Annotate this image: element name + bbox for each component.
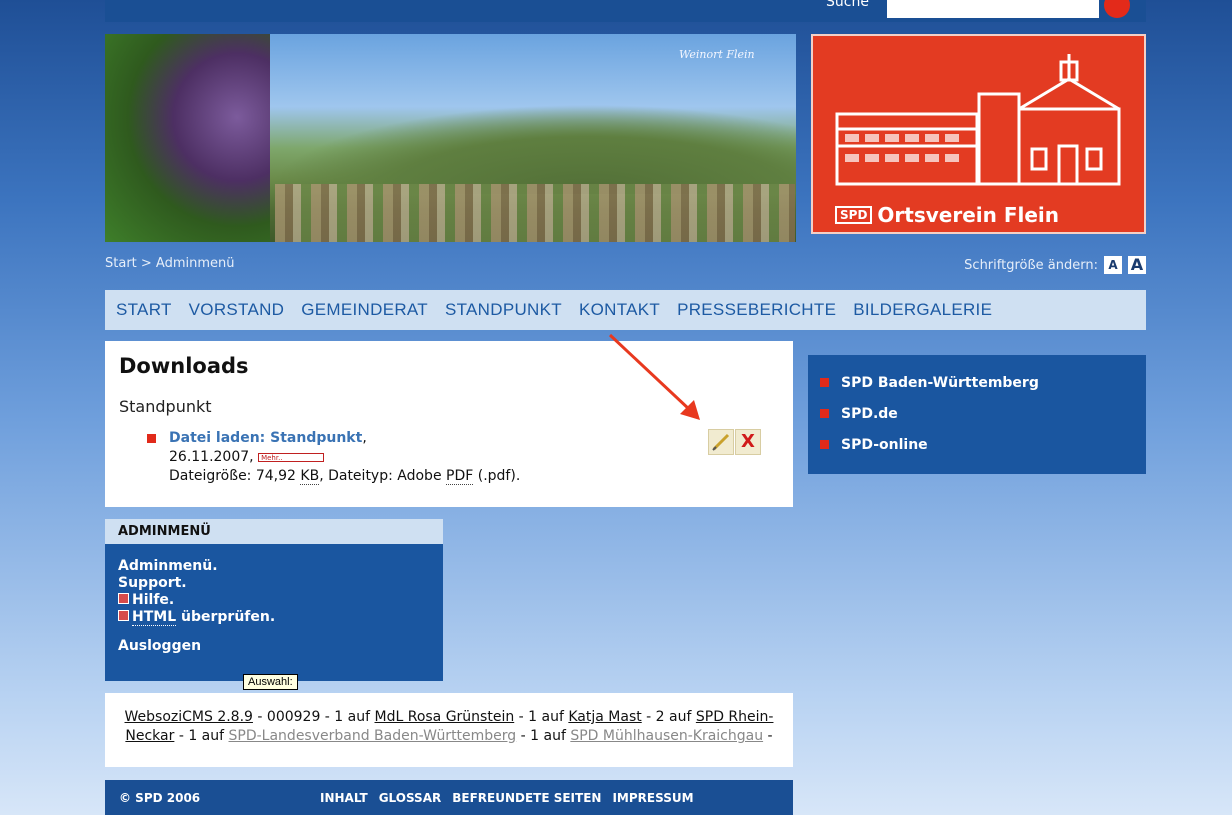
link-spd-online[interactable]: SPD-online — [820, 429, 1146, 460]
admin-menu-title: ADMINMENÜ — [105, 519, 443, 544]
admin-menu: ADMINMENÜ Adminmenü. Support. Hilfe. HTM… — [105, 519, 443, 681]
logo-text: Ortsverein Flein — [877, 203, 1059, 227]
search-input[interactable] — [887, 0, 1099, 18]
font-large-button[interactable]: A — [1128, 256, 1146, 274]
footer-link-2[interactable]: Katja Mast — [568, 709, 641, 725]
bullet-icon — [820, 440, 829, 449]
admin-link-hilfe[interactable]: Hilfe. — [118, 592, 443, 609]
edit-button[interactable] — [708, 429, 734, 455]
nav-vorstand[interactable]: VORSTAND — [189, 300, 285, 320]
header-image-caption: Weinort Flein — [679, 48, 755, 61]
font-small-button[interactable]: A — [1104, 256, 1122, 274]
search-label: Suche — [826, 0, 869, 10]
external-link-icon — [118, 593, 129, 604]
link-spd-bw[interactable]: SPD Baden-Württemberg — [820, 367, 1146, 398]
download-item: Datei laden: Standpunkt, 26.11.2007, Meh… — [147, 429, 520, 486]
logout-link[interactable]: Ausloggen — [118, 638, 443, 655]
section-title: Standpunkt — [119, 397, 212, 416]
logo-badge: SPD — [835, 206, 873, 224]
footer-inhalt[interactable]: INHALT — [320, 791, 368, 805]
nav-presseberichte[interactable]: PRESSEBERICHTE — [677, 300, 836, 320]
spd-logo[interactable]: SPD Ortsverein Flein — [811, 34, 1146, 234]
footer-bar: © SPD 2006 INHALT GLOSSAR BEFREUNDETE SE… — [105, 780, 793, 815]
download-date: 26.11.2007, — [169, 449, 254, 465]
footer-stats: WebsoziCMS 2.8.9 - 000929 - 1 auf MdL Ro… — [105, 693, 793, 767]
font-size-label: Schriftgröße ändern: — [964, 257, 1098, 273]
delete-button[interactable]: X — [735, 429, 761, 455]
footer-glossar[interactable]: GLOSSAR — [379, 791, 442, 805]
mehr-button[interactable]: Mehr.. — [258, 452, 325, 462]
tooltip: Auswahl: — [243, 674, 298, 690]
kb-abbr: KB — [300, 468, 320, 485]
breadcrumb: Start > Adminmenü — [105, 256, 235, 271]
pencil-icon — [712, 433, 730, 451]
footer-link-5[interactable]: SPD Mühlhausen-Kraichgau — [570, 728, 763, 744]
bullet-icon — [820, 409, 829, 418]
copyright: © SPD 2006 — [119, 790, 201, 805]
nav-kontakt[interactable]: KONTAKT — [579, 300, 660, 320]
admin-link-adminmenu[interactable]: Adminmenü. — [118, 558, 443, 575]
nav-bildergalerie[interactable]: BILDERGALERIE — [853, 300, 992, 320]
link-spd-de[interactable]: SPD.de — [820, 398, 1146, 429]
bullet-icon — [147, 434, 156, 443]
main-nav: START VORSTAND GEMEINDERAT STANDPUNKT KO… — [105, 290, 1146, 330]
admin-link-html-check[interactable]: HTML überprüfen. — [118, 609, 443, 626]
page-title: Downloads — [119, 354, 249, 378]
nav-gemeinderat[interactable]: GEMEINDERAT — [301, 300, 428, 320]
download-link[interactable]: Datei laden: Standpunkt — [169, 430, 362, 446]
font-size-control: Schriftgröße ändern: A A — [964, 256, 1146, 274]
grapes-image — [105, 34, 270, 242]
external-link-icon — [118, 610, 129, 621]
footer-link-4[interactable]: SPD-Landesverband Baden-Württemberg — [229, 728, 517, 744]
town-hall-icon — [835, 54, 1121, 186]
annotation-arrow — [608, 333, 700, 420]
header-image: Weinort Flein — [105, 34, 796, 242]
external-links-box: SPD Baden-Württemberg SPD.de SPD-online — [808, 355, 1146, 474]
pdf-abbr: PDF — [446, 468, 474, 485]
bullet-icon — [820, 378, 829, 387]
admin-link-support[interactable]: Support. — [118, 575, 443, 592]
cms-link[interactable]: WebsoziCMS 2.8.9 — [125, 709, 253, 725]
nav-start[interactable]: START — [116, 300, 172, 320]
footer-link-1[interactable]: MdL Rosa Grünstein — [375, 709, 515, 725]
nav-standpunkt[interactable]: STANDPUNKT — [445, 300, 562, 320]
footer-befreundete-seiten[interactable]: BEFREUNDETE SEITEN — [452, 791, 601, 805]
footer-impressum[interactable]: IMPRESSUM — [612, 791, 693, 805]
